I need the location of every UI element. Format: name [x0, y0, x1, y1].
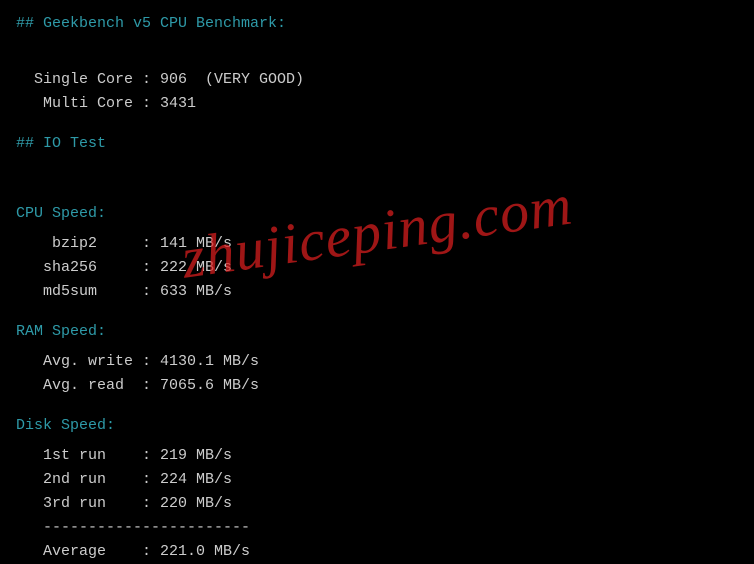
multi-core-line: Multi Core : 3431 — [16, 92, 738, 116]
cpu-sha256-line: sha256 : 222 MB/s — [16, 256, 738, 280]
cpu-speed-header: CPU Speed: — [16, 202, 738, 226]
disk-speed-header: Disk Speed: — [16, 414, 738, 438]
disk-average-line: Average : 221.0 MB/s — [16, 540, 738, 564]
disk-run1-line: 1st run : 219 MB/s — [16, 444, 738, 468]
blank-line — [16, 162, 738, 186]
disk-run3-line: 3rd run : 220 MB/s — [16, 492, 738, 516]
disk-run2-line: 2nd run : 224 MB/s — [16, 468, 738, 492]
ram-speed-header: RAM Speed: — [16, 320, 738, 344]
geekbench-header: ## Geekbench v5 CPU Benchmark: — [16, 12, 738, 36]
ram-write-line: Avg. write : 4130.1 MB/s — [16, 350, 738, 374]
single-core-line: Single Core : 906 (VERY GOOD) — [16, 68, 738, 92]
cpu-bzip2-line: bzip2 : 141 MB/s — [16, 232, 738, 256]
cpu-md5sum-line: md5sum : 633 MB/s — [16, 280, 738, 304]
disk-divider-line: ----------------------- — [16, 516, 738, 540]
ram-read-line: Avg. read : 7065.6 MB/s — [16, 374, 738, 398]
io-test-header: ## IO Test — [16, 132, 738, 156]
blank-line — [16, 44, 738, 68]
